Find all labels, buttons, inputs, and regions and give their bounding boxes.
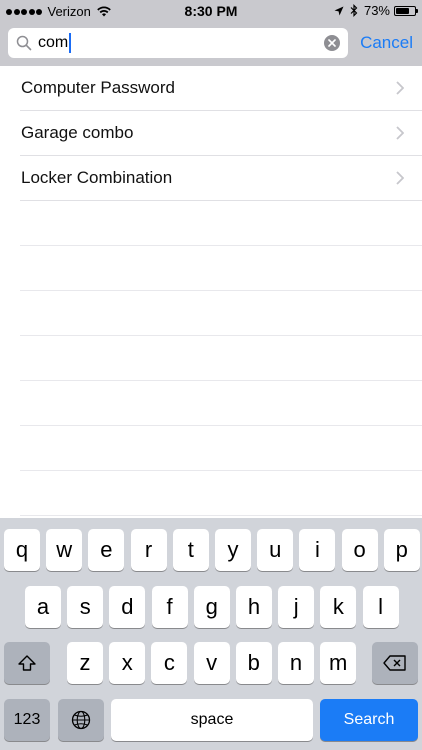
battery-percent: 73% — [363, 3, 390, 18]
battery-fill — [396, 7, 410, 14]
globe-key[interactable] — [58, 699, 104, 741]
cancel-button[interactable]: Cancel — [360, 33, 413, 53]
battery-icon — [394, 5, 418, 16]
key-w[interactable]: w — [46, 529, 83, 571]
chevron-right-icon — [396, 81, 405, 100]
globe-icon — [71, 710, 91, 730]
key-p[interactable]: p — [383, 529, 420, 571]
key-d[interactable]: d — [109, 586, 146, 628]
key-u[interactable]: u — [257, 529, 294, 571]
key-q[interactable]: q — [4, 529, 40, 571]
shift-key[interactable] — [4, 642, 50, 684]
key-r[interactable]: r — [130, 529, 167, 571]
chevron-right-icon — [396, 126, 405, 145]
key-h[interactable]: h — [236, 586, 272, 628]
key-i[interactable]: i — [299, 529, 336, 571]
space-key[interactable]: space — [111, 699, 313, 741]
search-input[interactable]: com — [8, 28, 348, 58]
screen: Verizon 8:30 PM 73% com Cancel Computer … — [0, 0, 422, 750]
shift-icon — [18, 655, 36, 671]
key-t[interactable]: t — [172, 529, 209, 571]
empty-row — [20, 426, 422, 471]
results-list: Computer Password Garage combo Locker Co… — [0, 66, 422, 516]
delete-icon — [383, 655, 406, 671]
list-item-label: Garage combo — [21, 123, 134, 142]
key-z[interactable]: z — [67, 642, 103, 684]
empty-row — [20, 246, 422, 291]
key-k[interactable]: k — [320, 586, 357, 628]
list-item[interactable]: Locker Combination — [20, 156, 422, 201]
list-item-label: Computer Password — [21, 78, 176, 97]
key-e[interactable]: e — [88, 529, 125, 571]
list-item-label: Locker Combination — [21, 168, 173, 187]
search-header: Verizon 8:30 PM 73% com Cancel — [0, 0, 422, 66]
key-j[interactable]: j — [278, 586, 315, 628]
empty-row — [20, 201, 422, 246]
list-item[interactable]: Garage combo — [20, 111, 422, 156]
key-b[interactable]: b — [235, 642, 272, 684]
empty-row — [20, 336, 422, 381]
clear-icon[interactable] — [324, 35, 340, 51]
empty-row — [20, 471, 422, 516]
key-y[interactable]: y — [215, 529, 251, 571]
key-o[interactable]: o — [341, 529, 378, 571]
text-cursor — [69, 33, 72, 53]
search-value: com — [38, 34, 69, 51]
status-right: 73% — [334, 3, 418, 18]
empty-row — [20, 291, 422, 336]
location-arrow-icon — [334, 6, 344, 16]
key-g[interactable]: g — [193, 586, 230, 628]
search-button[interactable]: Search — [320, 699, 418, 741]
key-l[interactable]: l — [362, 586, 399, 628]
search-icon — [16, 35, 32, 51]
delete-key[interactable] — [372, 642, 418, 684]
key-v[interactable]: v — [193, 642, 230, 684]
numbers-key[interactable]: 123 — [4, 699, 50, 741]
chevron-right-icon — [396, 171, 405, 190]
key-c[interactable]: c — [151, 642, 188, 684]
key-n[interactable]: n — [278, 642, 314, 684]
keyboard: 123 space Search qwertyuiop asdfghjkl zxcv… — [0, 518, 422, 750]
key-s[interactable]: s — [67, 586, 104, 628]
key-x[interactable]: x — [109, 642, 146, 684]
status-bar: Verizon 8:30 PM 73% — [0, 0, 422, 22]
list-item[interactable]: Computer Password — [20, 66, 422, 111]
key-f[interactable]: f — [151, 586, 188, 628]
key-a[interactable]: a — [25, 586, 61, 628]
empty-row — [20, 381, 422, 426]
bluetooth-icon — [350, 4, 358, 17]
key-m[interactable]: m — [320, 642, 357, 684]
search-text: com — [38, 33, 72, 53]
